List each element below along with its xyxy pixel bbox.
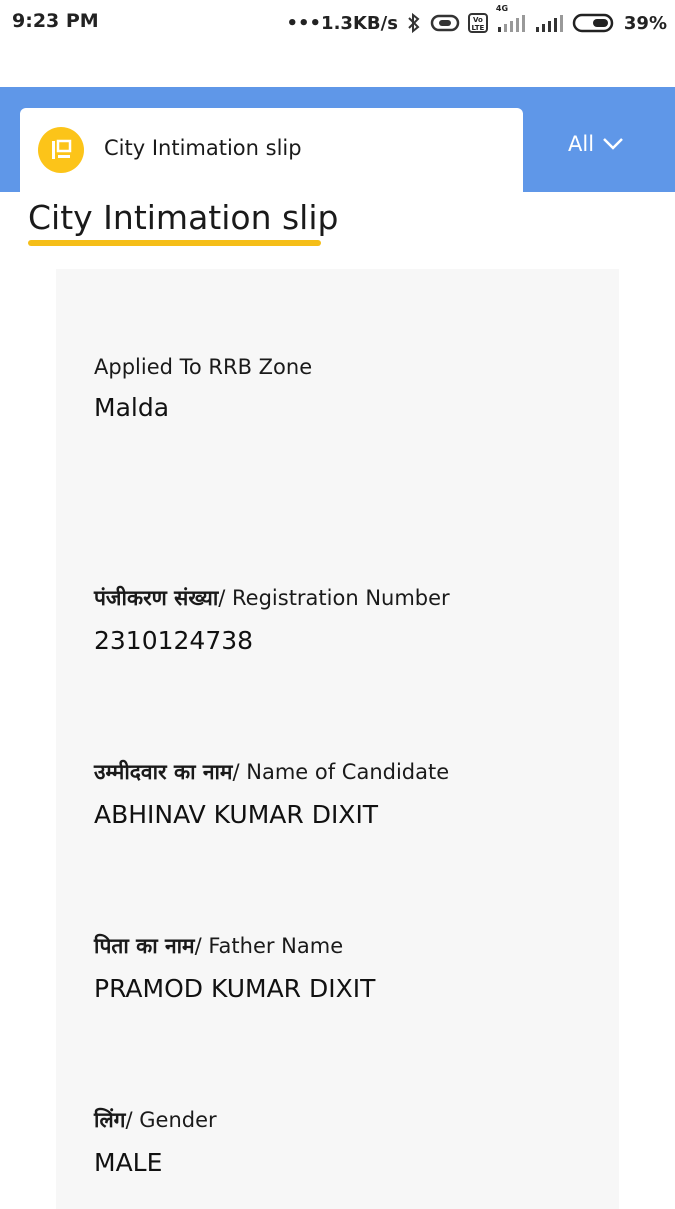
signal-icon xyxy=(534,12,564,34)
field-registration-number: पंजीकरण संख्या/ Registration Number 2310… xyxy=(94,584,450,655)
field-value: MALE xyxy=(94,1148,163,1177)
tab-label: City Intimation slip xyxy=(104,136,302,160)
status-bar: 9:23 PM •••1.3KB/s Vo LTE 4G 39% xyxy=(0,0,675,50)
document-icon xyxy=(38,127,84,173)
info-card: Applied To RRB Zone Malda पंजीकरण संख्या… xyxy=(56,269,619,1209)
tab-city-intimation-slip[interactable]: City Intimation slip xyxy=(20,108,523,192)
title-underline xyxy=(28,240,321,246)
battery-icon xyxy=(572,12,616,34)
field-value: ABHINAV KUMAR DIXIT xyxy=(94,800,379,829)
field-rrb-zone: Applied To RRB Zone Malda xyxy=(94,355,312,422)
field-gender: लिंग/ Gender MALE xyxy=(94,1106,217,1177)
field-label: उम्मीदवार का नाम/ Name of Candidate xyxy=(94,760,450,784)
chevron-down-icon xyxy=(602,132,624,156)
network-speed: •••1.3KB/s xyxy=(286,12,398,34)
dropdown-label: All xyxy=(568,132,595,156)
field-candidate-name: उम्मीदवार का नाम/ Name of Candidate ABHI… xyxy=(94,758,449,829)
network-type: 4G xyxy=(495,4,509,13)
field-value: PRAMOD KUMAR DIXIT xyxy=(94,974,376,1003)
volte-icon: Vo LTE xyxy=(467,13,488,33)
field-label: लिंग/ Gender xyxy=(94,1108,217,1132)
data-saver-icon xyxy=(430,12,460,34)
status-time: 9:23 PM xyxy=(12,10,99,32)
bluetooth-icon xyxy=(406,12,422,34)
field-label: पिता का नाम/ Father Name xyxy=(94,934,344,958)
filter-dropdown[interactable]: All xyxy=(568,128,624,160)
field-value: 2310124738 xyxy=(94,626,254,655)
field-father-name: पिता का नाम/ Father Name PRAMOD KUMAR DI… xyxy=(94,932,375,1003)
status-icons: •••1.3KB/s Vo LTE 4G 39% xyxy=(286,4,667,36)
signal-icon: 4G xyxy=(496,4,526,34)
page-title: City Intimation slip xyxy=(28,198,339,237)
field-value: Malda xyxy=(94,393,170,422)
battery-level: 39% xyxy=(623,12,667,34)
field-label: Applied To RRB Zone xyxy=(94,355,313,379)
field-label: पंजीकरण संख्या/ Registration Number xyxy=(94,586,450,610)
